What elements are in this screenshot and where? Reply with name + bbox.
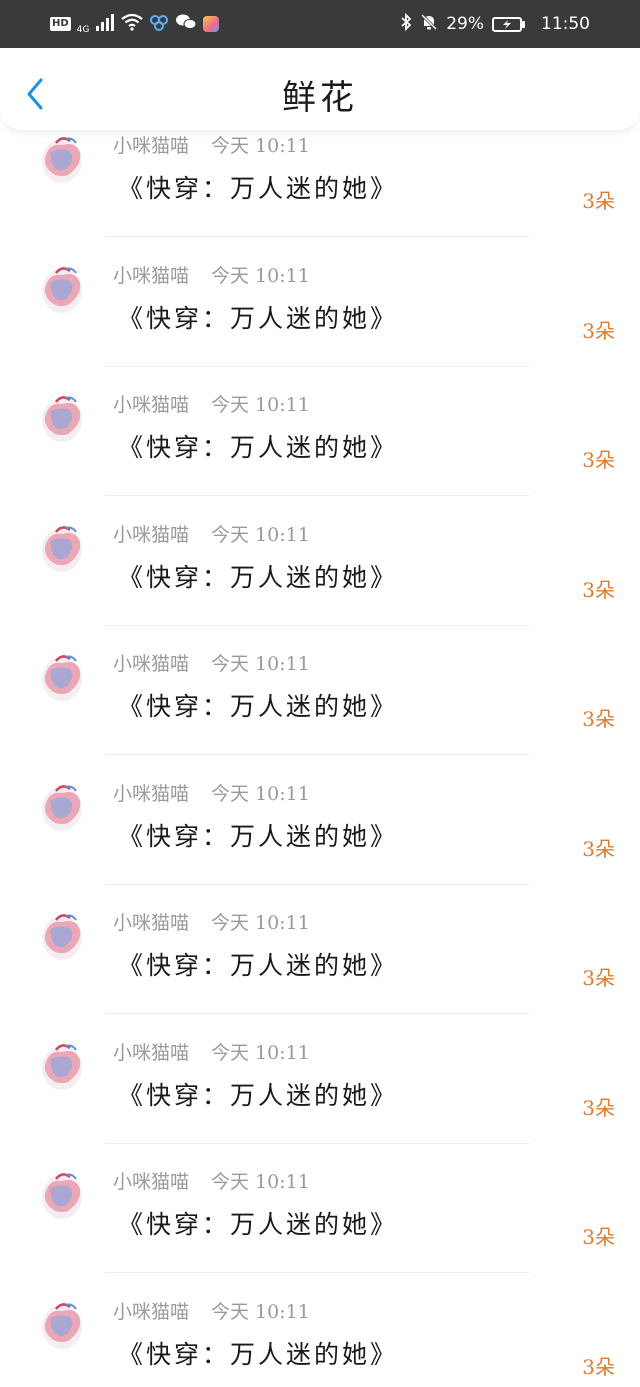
book-title[interactable]: 《快穿：万人迷的她》 [118,428,398,464]
book-title[interactable]: 《快穿：万人迷的她》 [118,169,398,205]
avatar [36,1036,88,1094]
username: 小咪猫喵 [113,523,190,546]
flower-count: 3朵 [582,448,615,472]
status-bar: HD 4G 29% 11:50 [0,0,640,48]
book-title[interactable]: 《快穿：万人迷的她》 [118,299,398,335]
flower-count: 3朵 [582,1095,615,1120]
timestamp: 今天 10:11 [211,782,310,805]
baidu-app-icon [149,13,169,36]
timestamp: 今天 10:11 [211,1300,310,1323]
flower-count: 3朵 [582,577,615,602]
clock-time: 11:50 [541,14,590,34]
timestamp: 今天 10:11 [211,1041,310,1064]
flower-count: 3朵 [582,707,615,731]
avatar [36,129,88,187]
flower-count: 3朵 [582,1225,615,1249]
timestamp: 今天 10:11 [211,653,310,675]
flower-count: 3朵 [582,189,615,213]
list-item[interactable]: 小咪猫喵 今天 10:11 《快穿：万人迷的她》 3朵 [0,625,640,755]
list-item[interactable]: 小咪猫喵 今天 10:11 《快穿：万人迷的她》 3朵 [0,366,640,496]
username: 小咪猫喵 [113,912,190,934]
timestamp: 今天 10:11 [211,1171,310,1193]
avatar [36,388,88,446]
page-title: 鲜花 [282,78,358,118]
book-title[interactable]: 《快穿：万人迷的她》 [118,1205,398,1241]
timestamp: 今天 10:11 [211,394,310,416]
avatar [36,906,88,964]
username: 小咪猫喵 [113,1300,190,1323]
battery-charging-icon [492,16,525,32]
timestamp: 今天 10:11 [211,135,310,157]
list-item[interactable]: 小咪猫喵 今天 10:11 《快穿：万人迷的她》 3朵 [0,1143,640,1273]
username: 小咪猫喵 [113,1171,190,1193]
avatar [36,1295,88,1353]
book-title[interactable]: 《快穿：万人迷的她》 [118,946,398,982]
timestamp: 今天 10:11 [211,264,310,287]
flower-record-list[interactable]: 小咪猫喵 今天 10:11 《快穿：万人迷的她》 3朵 小咪猫喵 今天 10:11 《快穿：… [0,0,640,1387]
avatar [36,647,88,705]
list-item[interactable]: 小咪猫喵 今天 10:11 《快穿：万人迷的她》 3朵 [0,884,640,1014]
avatar [36,1165,88,1223]
signal-icon [95,13,115,36]
list-item[interactable]: 小咪猫喵 今天 10:11 《快穿：万人迷的她》 3朵 [0,1014,640,1144]
avatar [36,518,88,576]
status-left: HD 4G [50,13,220,36]
network-type: 4G [76,24,90,35]
flower-count: 3朵 [582,966,615,990]
list-item[interactable]: 小咪猫喵 今天 10:11 《快穿：万人迷的她》 3朵 [0,1273,640,1387]
list-item[interactable]: 小咪猫喵 今天 10:11 《快穿：万人迷的她》 3朵 [0,755,640,885]
record-meta: 小咪猫喵 今天 10:11 [113,131,310,158]
book-title[interactable]: 《快穿：万人迷的她》 [118,1076,398,1112]
timestamp: 今天 10:11 [211,523,310,546]
hd-badge: HD [50,17,71,31]
list-item[interactable]: 小咪猫喵 今天 10:11 《快穿：万人迷的她》 3朵 [0,237,640,367]
record-meta: 小咪猫喵 今天 10:11 [113,1038,310,1065]
username: 小咪猫喵 [113,653,190,675]
app-notification-icon [203,16,220,32]
record-meta: 小咪猫喵 今天 10:11 [113,1297,310,1324]
book-title[interactable]: 《快穿：万人迷的她》 [118,558,398,594]
record-meta: 小咪猫喵 今天 10:11 [113,390,310,417]
flower-count: 3朵 [582,318,615,343]
book-title[interactable]: 《快穿：万人迷的她》 [118,687,398,723]
username: 小咪猫喵 [113,264,190,287]
timestamp: 今天 10:11 [211,912,310,934]
record-meta: 小咪猫喵 今天 10:11 [113,908,310,935]
wechat-icon [175,13,197,36]
book-title[interactable]: 《快穿：万人迷的她》 [118,817,398,853]
username: 小咪猫喵 [113,135,190,157]
username: 小咪猫喵 [113,394,190,416]
avatar [36,259,88,317]
record-meta: 小咪猫喵 今天 10:11 [113,1167,310,1194]
avatar [36,777,88,835]
flower-count: 3朵 [582,1354,615,1379]
wifi-icon [121,13,144,36]
username: 小咪猫喵 [113,1041,190,1064]
record-meta: 小咪猫喵 今天 10:11 [113,779,310,806]
battery-percent: 29% [446,14,484,34]
record-meta: 小咪猫喵 今天 10:11 [113,649,310,676]
book-title[interactable]: 《快穿：万人迷的她》 [118,1335,398,1371]
header-bar: 鲜花 [0,48,640,130]
record-meta: 小咪猫喵 今天 10:11 [113,520,310,547]
list-item[interactable]: 小咪猫喵 今天 10:11 《快穿：万人迷的她》 3朵 [0,496,640,626]
flower-count: 3朵 [582,836,615,861]
status-right: 29% 11:50 [400,12,590,36]
bluetooth-icon [400,12,412,36]
username: 小咪猫喵 [113,782,190,805]
record-meta: 小咪猫喵 今天 10:11 [113,261,310,288]
mute-bell-icon [420,13,438,36]
